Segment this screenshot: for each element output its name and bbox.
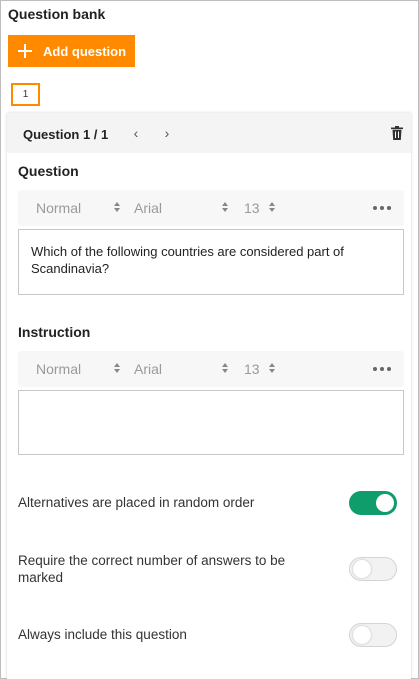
updown-arrows-icon[interactable] xyxy=(113,361,121,375)
question-toolbar: Normal Arial 13 xyxy=(18,190,404,226)
always-include-toggle[interactable] xyxy=(349,623,397,647)
updown-arrows-icon[interactable] xyxy=(113,200,121,214)
question-size-select[interactable]: 13 xyxy=(244,200,260,216)
panel-title: Question bank xyxy=(8,6,106,22)
instruction-font-select[interactable]: Arial xyxy=(134,361,162,377)
question-text-editor[interactable]: Which of the following countries are con… xyxy=(18,229,404,295)
add-question-label: Add question xyxy=(43,43,127,59)
question-number: Question 1 / 1 xyxy=(23,127,109,142)
random-order-label: Alternatives are placed in random order xyxy=(18,495,255,510)
question-card: Question 1 / 1 ‹ › Question Normal Arial… xyxy=(7,113,411,679)
instruction-size-select[interactable]: 13 xyxy=(244,361,260,377)
toggle-knob xyxy=(353,626,371,644)
updown-arrows-icon[interactable] xyxy=(268,361,276,375)
toggle-knob xyxy=(376,494,394,512)
require-correct-number-label: Require the correct number of answers to… xyxy=(18,553,286,585)
updown-arrows-icon[interactable] xyxy=(221,361,229,375)
question-label: Question xyxy=(18,163,79,179)
instruction-toolbar: Normal Arial 13 xyxy=(18,351,404,387)
question-font-select[interactable]: Arial xyxy=(134,200,162,216)
updown-arrows-icon[interactable] xyxy=(221,200,229,214)
trash-icon[interactable] xyxy=(391,126,403,140)
instruction-style-select[interactable]: Normal xyxy=(36,361,81,377)
more-options-icon[interactable] xyxy=(373,367,391,372)
more-options-icon[interactable] xyxy=(373,206,391,211)
toggle-knob xyxy=(353,560,371,578)
instruction-text-editor[interactable] xyxy=(18,390,404,455)
question-tab-1[interactable]: 1 xyxy=(11,83,40,106)
require-correct-number-toggle[interactable] xyxy=(349,557,397,581)
updown-arrows-icon[interactable] xyxy=(268,200,276,214)
chevron-left-icon[interactable]: ‹ xyxy=(129,125,143,141)
question-card-header: Question 1 / 1 ‹ › xyxy=(7,113,411,153)
chevron-right-icon[interactable]: › xyxy=(160,125,174,141)
plus-icon xyxy=(18,44,32,58)
always-include-label: Always include this question xyxy=(18,627,187,642)
random-order-toggle[interactable] xyxy=(349,491,397,515)
add-question-button[interactable]: Add question xyxy=(8,35,135,67)
instruction-label: Instruction xyxy=(18,324,91,340)
question-style-select[interactable]: Normal xyxy=(36,200,81,216)
